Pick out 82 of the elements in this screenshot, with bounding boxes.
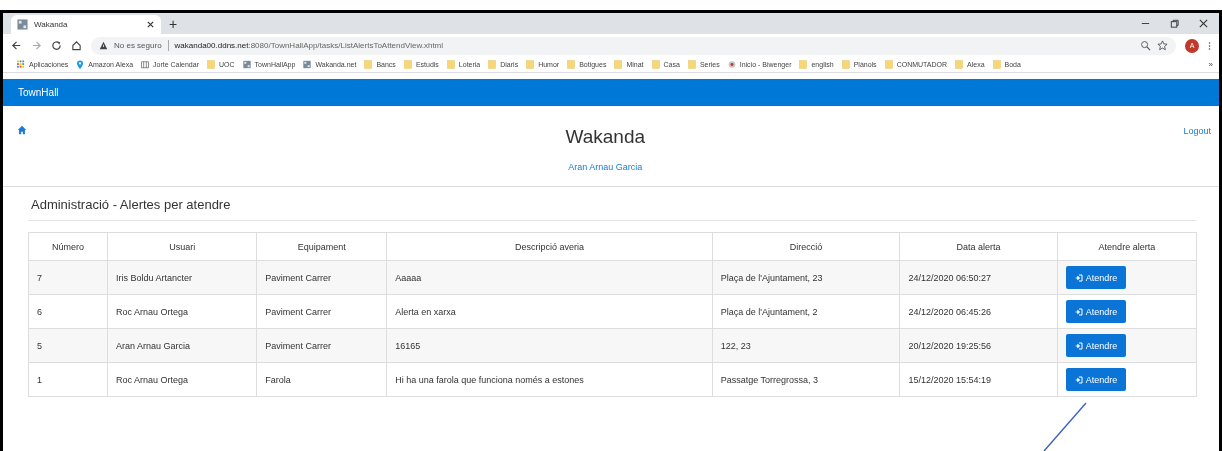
- folder-icon: [992, 60, 1001, 69]
- close-icon[interactable]: [1198, 18, 1209, 29]
- table-cell: Passatge Torregrossa, 3: [712, 362, 900, 397]
- table-cell: 24/12/2020 06:45:26: [899, 294, 1058, 329]
- star-icon[interactable]: [1157, 40, 1168, 51]
- table-cell: 5: [28, 328, 108, 363]
- attend-button[interactable]: Atendre: [1065, 300, 1127, 323]
- navbar-brand[interactable]: TownHall: [18, 87, 59, 98]
- security-label: No es seguro: [114, 41, 162, 50]
- table-cell: 16165: [386, 328, 713, 363]
- section-title: Administració - Alertes per atendre: [28, 197, 1197, 221]
- table-cell: 122, 23: [712, 328, 900, 363]
- table-cell: 20/12/2020 19:25:56: [899, 328, 1058, 363]
- folder-icon: [526, 60, 535, 69]
- column-header: Direcció: [712, 232, 900, 261]
- table-cell: Aaaaa: [386, 260, 713, 295]
- sign-in-icon: [1074, 341, 1083, 350]
- menu-icon[interactable]: [1208, 40, 1211, 51]
- column-header: Número: [28, 232, 108, 261]
- home-icon[interactable]: [17, 125, 27, 135]
- table-cell: Plaça de l'Ajuntament, 23: [712, 260, 900, 295]
- folder-icon: [687, 60, 696, 69]
- table-cell: Paviment Carrer: [256, 328, 387, 363]
- restore-icon[interactable]: [1169, 18, 1180, 29]
- table-cell: Roc Arnau Ortega: [107, 294, 257, 329]
- more-bookmarks[interactable]: »: [1208, 60, 1213, 69]
- annotation-line: [1043, 402, 1087, 451]
- table-cell: Alerta en xarxa: [386, 294, 713, 329]
- table-cell: 24/12/2020 06:50:27: [899, 260, 1058, 295]
- table-cell: 15/12/2020 15:54:19: [899, 362, 1058, 397]
- folder-icon: [955, 60, 964, 69]
- folder-icon: [841, 60, 850, 69]
- table-cell: Plaça de l'Ajuntament, 2: [712, 294, 900, 329]
- folder-icon: [403, 60, 412, 69]
- sign-in-icon: [1074, 273, 1083, 282]
- table-cell: 7: [28, 260, 108, 295]
- column-header: Atendre alerta: [1057, 232, 1197, 261]
- column-header: Equipament: [256, 232, 387, 261]
- folder-icon: [614, 60, 623, 69]
- page-title: Wakanda: [565, 126, 645, 148]
- home-icon[interactable]: [71, 40, 82, 51]
- logout-link[interactable]: Logout: [1183, 126, 1211, 136]
- table-cell: 1: [28, 362, 108, 397]
- column-header: Data alerta: [899, 232, 1058, 261]
- folder-icon: [488, 60, 497, 69]
- site-icon: [17, 19, 28, 30]
- pin-icon: [76, 60, 85, 69]
- table-cell: Paviment Carrer: [256, 260, 387, 295]
- folder-icon: [446, 60, 455, 69]
- table-cell: 6: [28, 294, 108, 329]
- reload-icon[interactable]: [51, 40, 62, 51]
- folder-icon: [884, 60, 893, 69]
- calendar-icon: [141, 60, 150, 69]
- apps-icon: [17, 60, 25, 69]
- attend-button[interactable]: Atendre: [1065, 334, 1127, 357]
- folder-icon: [651, 60, 660, 69]
- site-icon: [242, 60, 251, 69]
- table-cell: Iris Boldu Artancter: [107, 260, 257, 295]
- sign-in-icon: [1074, 307, 1083, 316]
- warning-icon: [99, 41, 108, 50]
- user-link[interactable]: Aran Arnau Garcia: [568, 162, 643, 172]
- table-cell: Farola: [256, 362, 387, 397]
- table-cell: Roc Arnau Ortega: [107, 362, 257, 397]
- site-icon: [303, 60, 312, 69]
- attend-button[interactable]: Atendre: [1065, 368, 1127, 391]
- column-header: Usuari: [107, 232, 257, 261]
- folder-icon: [364, 60, 373, 69]
- back-icon[interactable]: [11, 40, 22, 51]
- table-cell: Aran Arnau Garcia: [107, 328, 257, 363]
- column-header: Descripció averia: [386, 232, 713, 261]
- url-text[interactable]: wakanda00.ddns.net:8080/TownHallApp/tasks/ListAlertsToAttendView.xhtml: [174, 41, 444, 50]
- folder-icon: [207, 60, 215, 69]
- table-cell: Paviment Carrer: [256, 294, 387, 329]
- folder-icon: [567, 60, 576, 69]
- ball-icon: [727, 60, 736, 69]
- attend-button[interactable]: Atendre: [1065, 266, 1127, 289]
- sign-in-icon: [1074, 375, 1083, 384]
- new-tab-button[interactable]: +: [169, 16, 178, 31]
- folder-icon: [799, 60, 808, 69]
- table-cell: Hi ha una farola que funciona només a estones: [386, 362, 713, 397]
- zoom-icon[interactable]: [1140, 40, 1151, 51]
- close-icon[interactable]: [146, 20, 155, 29]
